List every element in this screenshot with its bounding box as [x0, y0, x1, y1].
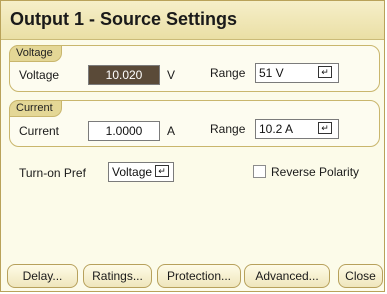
current-label: Current [19, 124, 60, 138]
ratings-button[interactable]: Ratings... [83, 264, 152, 288]
close-button[interactable]: Close [338, 264, 383, 288]
reverse-polarity-label: Reverse Polarity [271, 165, 360, 179]
voltage-group: Voltage Voltage 10.020 V Range 51 V ↵ [9, 45, 380, 92]
enter-icon[interactable]: ↵ [318, 66, 332, 78]
current-group-legend: Current [9, 100, 62, 117]
voltage-input[interactable]: 10.020 [88, 65, 160, 85]
current-unit: A [167, 124, 176, 138]
delay-button[interactable]: Delay... [7, 264, 78, 288]
enter-icon[interactable]: ↵ [318, 122, 332, 134]
enter-icon[interactable]: ↵ [155, 165, 169, 177]
advanced-button[interactable]: Advanced... [244, 264, 330, 288]
turn-on-pref-label: Turn-on Pref [19, 166, 86, 180]
window-title: Output 1 - Source Settings [10, 9, 238, 29]
voltage-range-value: 51 V [259, 66, 284, 80]
current-group: Current Current 1.0000 A Range 10.2 A ↵ [9, 100, 380, 147]
current-range-value: 10.2 A [259, 122, 294, 136]
turn-on-pref-select[interactable]: Voltage ↵ [108, 162, 174, 182]
source-settings-window: Output 1 - Source Settings Voltage Volta… [0, 0, 385, 292]
title-bar: Output 1 - Source Settings [1, 1, 384, 40]
current-range-select[interactable]: 10.2 A ↵ [255, 119, 339, 139]
current-input[interactable]: 1.0000 [88, 121, 160, 141]
voltage-label: Voltage [19, 68, 60, 82]
protection-button[interactable]: Protection... [157, 264, 241, 288]
voltage-group-legend: Voltage [9, 45, 62, 62]
voltage-range-label: Range [210, 66, 246, 80]
current-range-label: Range [210, 122, 246, 136]
turn-on-pref-value: Voltage [112, 165, 153, 179]
voltage-unit: V [167, 68, 176, 82]
voltage-range-select[interactable]: 51 V ↵ [255, 63, 339, 83]
reverse-polarity-checkbox[interactable] [253, 165, 266, 178]
